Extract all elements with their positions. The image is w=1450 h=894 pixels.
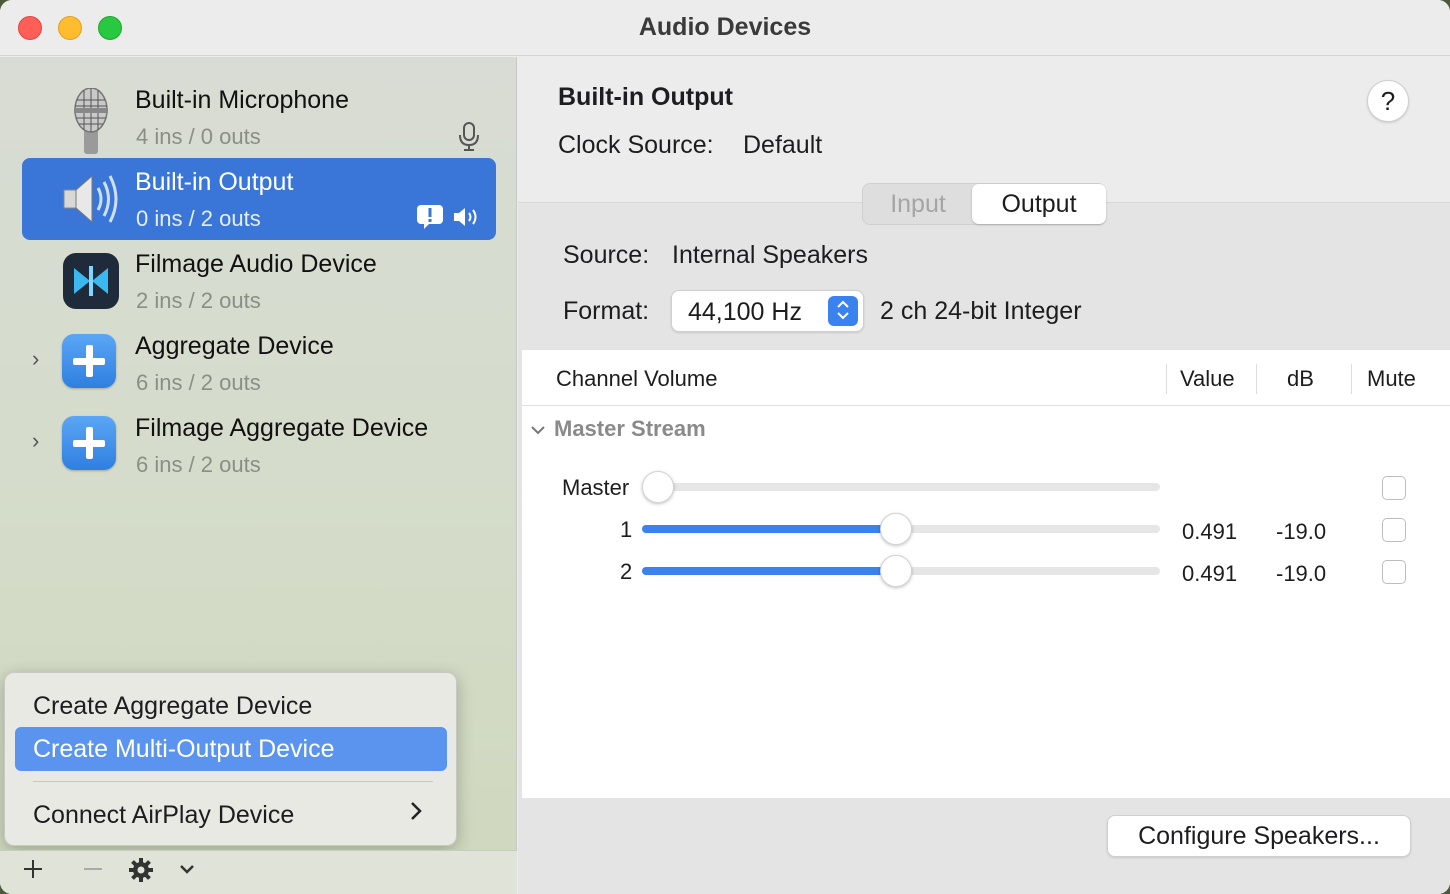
source-value: Internal Speakers [672,241,868,269]
add-icon[interactable] [22,855,44,887]
channel-1-db: -19.0 [1276,519,1327,544]
device-name: Filmage Aggregate Device [135,414,429,442]
disclosure-chevron-icon[interactable]: › [32,346,39,372]
device-item-filmage-audio[interactable]: Filmage Audio Device 2 ins / 2 outs [22,240,496,322]
sidebar-toolbar [0,850,517,894]
channel-1-value: 0.491 [1182,519,1238,544]
device-item-aggregate[interactable]: › Aggregate Device 6 ins / 2 outs [22,322,496,404]
help-button[interactable]: ? [1367,80,1409,122]
format-description: 2 ch 24-bit Integer [880,297,1082,325]
audio-devices-window: Audio Devices Built-in Microphone 4 ins … [0,0,1450,894]
column-header-mute[interactable]: Mute [1367,366,1416,392]
channel-2-volume-slider[interactable] [642,555,1160,587]
device-name: Filmage Audio Device [135,250,377,278]
speaker-default-icon [454,208,477,226]
column-header-channel-volume[interactable]: Channel Volume [556,366,717,392]
filmage-icon [62,252,120,310]
channel-label: Master [562,475,630,500]
format-label: Format: [563,297,650,325]
title-bar: Audio Devices [0,0,1450,56]
mute-checkbox-channel-1[interactable] [1382,518,1406,542]
gear-icon[interactable] [128,857,154,890]
device-io: 6 ins / 2 outs [136,452,261,477]
slider-fill [642,525,896,533]
channel-volume-table: Channel Volume Value dB Mute Master Stre… [522,350,1450,798]
mute-checkbox-master[interactable] [1382,476,1406,500]
menu-item-connect-airplay[interactable]: Connect AirPlay Device [15,793,447,837]
channel-label: 2 [620,559,633,584]
format-value: 44,100 Hz [688,298,802,326]
format-select[interactable]: 44,100 Hz [671,290,864,332]
slider-knob[interactable] [880,555,912,587]
remove-icon[interactable] [82,855,104,887]
group-label: Master Stream [554,416,706,441]
device-io: 6 ins / 2 outs [136,370,261,395]
channel-label: 1 [620,517,633,542]
tab-output[interactable]: Output [972,184,1106,224]
slider-fill [642,567,896,575]
disclosure-chevron-icon[interactable]: › [32,428,39,454]
table-header: Channel Volume Value dB Mute [522,350,1450,406]
group-master-stream[interactable]: Master Stream [530,416,706,442]
column-header-db[interactable]: dB [1287,366,1314,392]
channel-2-db: -19.0 [1276,561,1327,586]
device-name: Built-in Microphone [135,86,349,114]
tab-input[interactable]: Input [863,184,973,224]
device-detail-title: Built-in Output [558,83,733,111]
microphone-icon [62,87,120,154]
input-output-tabs: Input Output [862,183,1106,225]
channel-1-volume-slider[interactable] [642,513,1160,545]
device-item-filmage-aggregate[interactable]: › Filmage Aggregate Device 6 ins / 2 out… [22,404,496,486]
device-io: 0 ins / 2 outs [136,206,261,231]
chevron-down-icon[interactable] [178,855,196,887]
menu-item-create-multi-output[interactable]: Create Multi-Output Device [15,727,447,771]
submenu-chevron-icon [409,793,423,837]
microphone-status-icon [459,122,479,151]
window-title: Audio Devices [638,13,812,41]
add-device-menu: Create Aggregate Device Create Multi-Out… [4,672,457,846]
device-item-built-in-microphone[interactable]: Built-in Microphone 4 ins / 0 outs [22,76,496,158]
slider-knob[interactable] [880,513,912,545]
chevron-down-icon [530,423,546,441]
column-header-value[interactable]: Value [1180,366,1235,392]
source-label: Source: [563,241,650,269]
master-volume-slider[interactable] [642,471,1160,503]
configure-speakers-button[interactable]: Configure Speakers... [1107,815,1411,857]
clock-source-value[interactable]: Default [743,131,822,160]
device-name: Built-in Output [135,168,294,196]
channel-2-value: 0.491 [1182,561,1238,586]
clock-source-label: Clock Source: [558,131,714,159]
speaker-icon [62,170,120,228]
device-io: 2 ins / 2 outs [136,288,261,313]
aggregate-icon [62,416,120,474]
device-io: 4 ins / 0 outs [136,124,261,149]
up-down-arrows-icon [828,296,858,326]
aggregate-icon [62,334,120,392]
slider-knob[interactable] [642,471,674,503]
menu-item-create-aggregate[interactable]: Create Aggregate Device [15,684,447,728]
mute-checkbox-channel-2[interactable] [1382,560,1406,584]
device-item-built-in-output[interactable]: Built-in Output 0 ins / 2 outs [22,158,496,240]
menu-separator [33,781,433,782]
device-name: Aggregate Device [135,332,334,360]
device-detail-pane: Built-in Output Clock Source: Default ? … [518,57,1450,894]
alert-bubble-icon [417,205,443,229]
